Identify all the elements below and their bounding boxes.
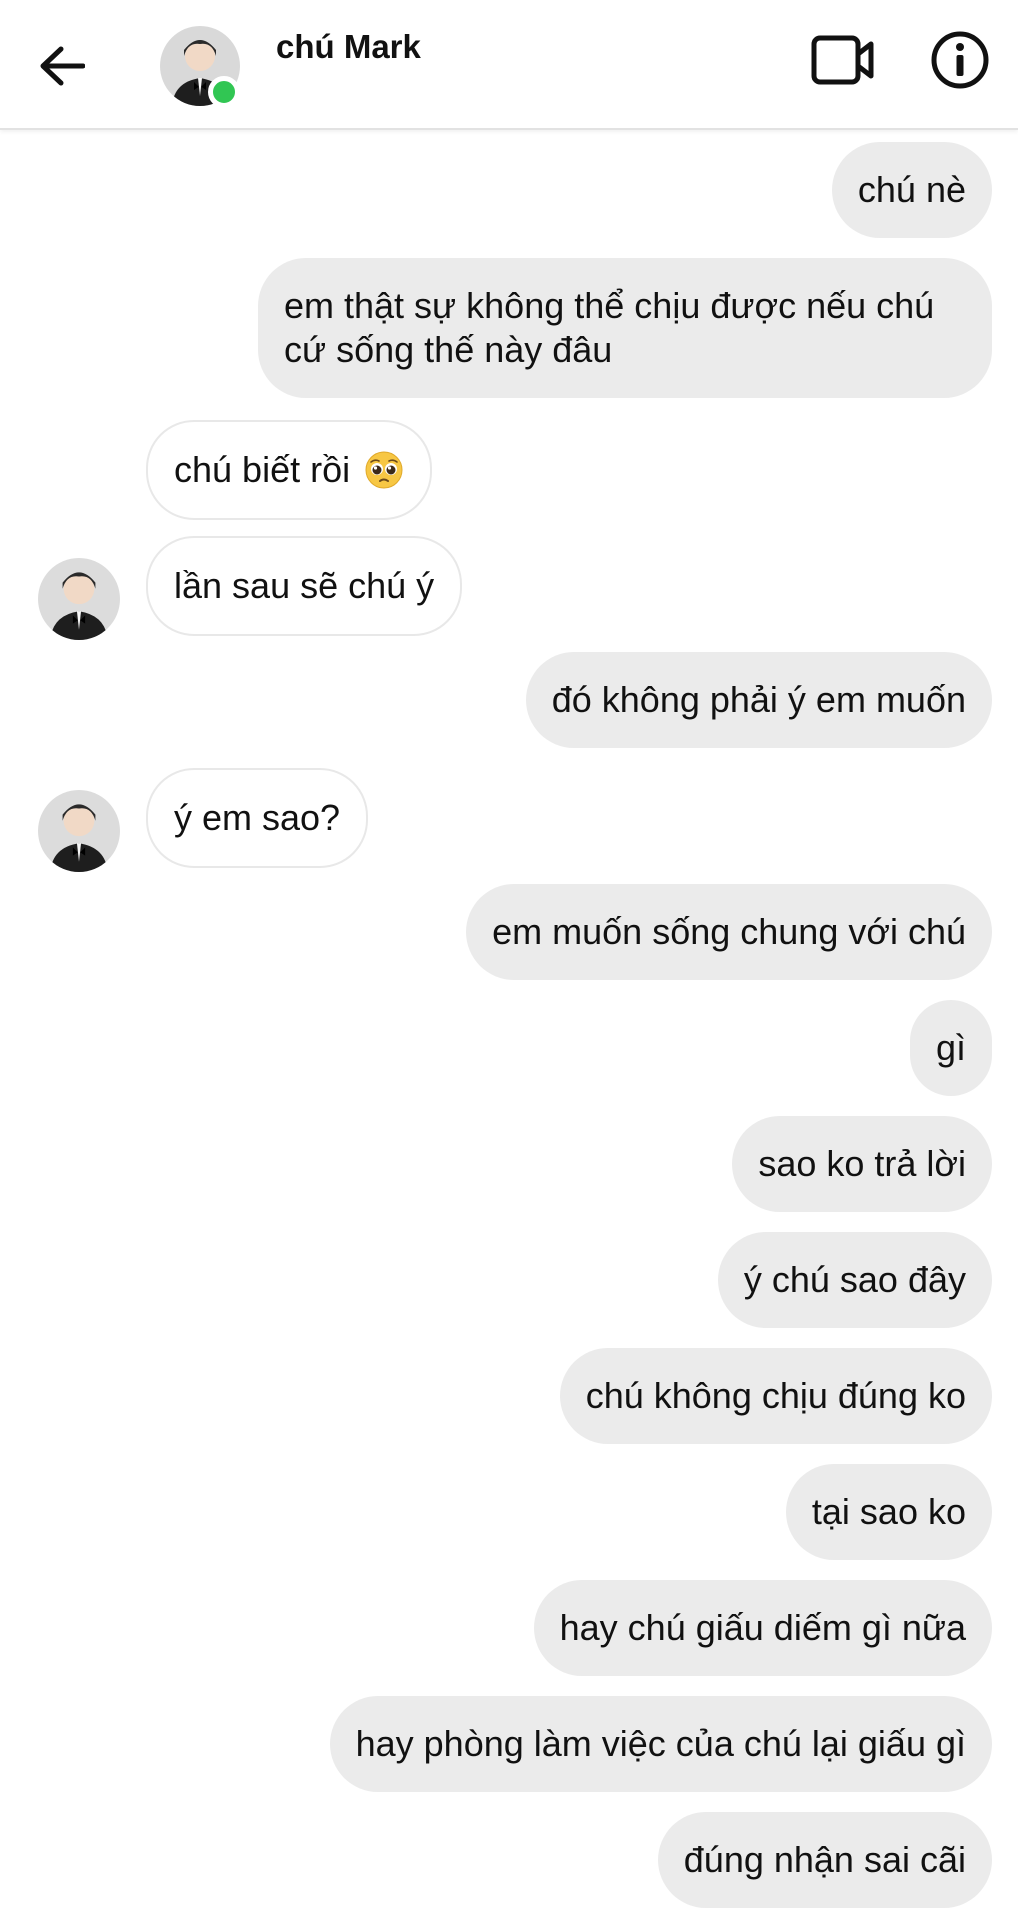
contact-avatar-small[interactable]: [38, 790, 120, 872]
info-button[interactable]: [928, 28, 992, 92]
online-status-dot: [208, 76, 240, 108]
message-text: lần sau sẽ chú ý: [174, 565, 435, 606]
message-text: hay phòng làm việc của chú lại giấu gì: [355, 1723, 966, 1764]
message-text: ý em sao?: [174, 797, 341, 838]
message-bubble-outgoing[interactable]: em muốn sống chung với chú: [466, 884, 992, 980]
message-bubble-outgoing[interactable]: tại sao ko: [785, 1464, 992, 1560]
message-bubble-outgoing[interactable]: em thật sự không thể chịu được nếu chú c…: [258, 258, 992, 398]
message-bubble-outgoing[interactable]: chú nè: [831, 142, 992, 238]
message-bubble-outgoing[interactable]: đó không phải ý em muốn: [525, 652, 992, 748]
message-bubble-outgoing[interactable]: đúng nhận sai cãi: [657, 1812, 992, 1908]
message-text: sao ko trả lời: [758, 1143, 966, 1184]
video-call-icon: [811, 35, 874, 85]
message-text: chú biết rồi: [174, 449, 351, 490]
message-bubble-outgoing[interactable]: ý chú sao đây: [717, 1232, 992, 1328]
message-text: chú nè: [857, 169, 966, 210]
contact-name[interactable]: chú Mark: [276, 28, 421, 66]
message-bubble-incoming[interactable]: chú biết rồi: [146, 420, 433, 520]
message-text: đó không phải ý em muốn: [551, 679, 966, 720]
chat-header: chú Mark: [0, 0, 1018, 130]
video-call-button[interactable]: [808, 30, 878, 90]
message-bubble-outgoing[interactable]: sao ko trả lời: [732, 1116, 992, 1212]
pleading-face-icon: [365, 451, 403, 489]
message-bubble-incoming[interactable]: ý em sao?: [146, 768, 369, 868]
message-bubble-outgoing[interactable]: hay phòng làm việc của chú lại giấu gì: [329, 1696, 992, 1792]
message-bubble-outgoing[interactable]: hay chú giấu diếm gì nữa: [533, 1580, 992, 1676]
message-bubble-incoming[interactable]: lần sau sẽ chú ý: [146, 536, 463, 636]
message-bubble-outgoing[interactable]: chú không chịu đúng ko: [559, 1348, 992, 1444]
message-text: tại sao ko: [811, 1491, 966, 1532]
contact-avatar-small[interactable]: [38, 558, 120, 640]
back-button[interactable]: [34, 38, 90, 94]
message-text: em thật sự không thể chịu được nếu chú c…: [284, 285, 935, 370]
message-text: ý chú sao đây: [743, 1259, 966, 1300]
message-text: chú không chịu đúng ko: [585, 1375, 966, 1416]
message-text: hay chú giấu diếm gì nữa: [559, 1607, 966, 1648]
message-bubble-outgoing[interactable]: gì: [909, 1000, 992, 1096]
message-text: đúng nhận sai cãi: [683, 1839, 966, 1880]
info-icon: [931, 31, 989, 89]
message-text: em muốn sống chung với chú: [492, 911, 966, 952]
back-arrow-icon: [40, 46, 85, 86]
message-text: gì: [935, 1027, 966, 1068]
